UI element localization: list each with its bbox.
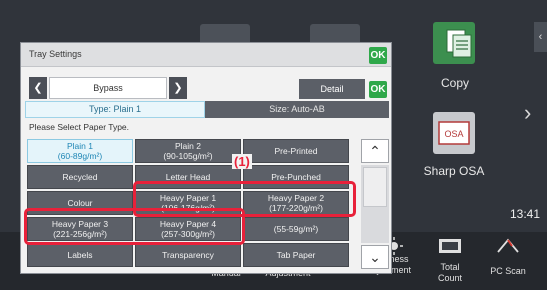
- detail-ok-button[interactable]: OK: [369, 81, 387, 98]
- chevron-left-icon: ❮: [33, 82, 43, 94]
- bottom-item-total-count[interactable]: Total Count: [432, 262, 468, 284]
- next-page-icon[interactable]: ›: [524, 100, 531, 126]
- callout-label: (1): [232, 154, 252, 169]
- tray-selector: ❮ Bypass ❯: [29, 77, 187, 99]
- detail-button[interactable]: Detail: [299, 79, 365, 99]
- sharp-osa-logo-icon: OSA: [438, 121, 470, 145]
- chevron-down-icon: ⌄: [369, 249, 381, 265]
- paper-type-weight: (60-89g/m²): [57, 151, 103, 161]
- bottom-item-pc-scan[interactable]: PC Scan: [486, 266, 530, 277]
- paper-type-scrollbar[interactable]: ⌃ ⌄: [361, 139, 389, 269]
- copy-app-tile: [433, 22, 475, 64]
- tray-next-button[interactable]: ❯: [169, 77, 187, 99]
- scroll-track[interactable]: [361, 165, 389, 243]
- sharp-osa-app-button[interactable]: OSA Sharp OSA: [424, 112, 495, 182]
- paper-type-label: Labels: [67, 250, 93, 260]
- scroll-thumb[interactable]: [363, 167, 387, 207]
- paper-type-label: Tab Paper: [276, 250, 316, 260]
- scroll-down-button[interactable]: ⌄: [361, 245, 389, 269]
- total-count-icon: [439, 239, 461, 253]
- ok-button[interactable]: OK: [369, 47, 387, 64]
- paper-type-button[interactable]: Pre-Printed: [243, 139, 349, 163]
- paper-type-button[interactable]: Transparency: [135, 243, 241, 267]
- paper-type-button[interactable]: Plain 1 (60-89g/m²): [27, 139, 133, 163]
- paper-type-button[interactable]: (55-59g/m²): [243, 217, 349, 241]
- app-label: Sharp OSA: [423, 164, 485, 178]
- copy-document-icon: [446, 29, 472, 58]
- chevron-up-icon: ⌃: [369, 143, 381, 159]
- callout-box-row-2: [24, 208, 245, 245]
- svg-text:OSA: OSA: [444, 129, 463, 139]
- paper-type-button[interactable]: Tab Paper: [243, 243, 349, 267]
- paper-type-label: Pre-Printed: [274, 146, 318, 156]
- instruction-text: Please Select Paper Type.: [29, 122, 130, 132]
- tab-paper-type[interactable]: Type: Plain 1: [25, 101, 205, 118]
- paper-type-button[interactable]: Recycled: [27, 165, 133, 189]
- copy-app-button[interactable]: Copy: [425, 22, 485, 94]
- scroll-left-icon[interactable]: ‹: [534, 22, 547, 52]
- paper-type-label: Recycled: [62, 172, 98, 182]
- dialog-titlebar: Tray Settings OK: [21, 43, 391, 67]
- tray-previous-button[interactable]: ❮: [29, 77, 47, 99]
- tray-name: Bypass: [49, 77, 167, 99]
- paper-type-weight: (55-59g/m²): [273, 224, 319, 234]
- sharp-osa-icon: OSA: [433, 112, 475, 154]
- scroll-up-button[interactable]: ⌃: [361, 139, 389, 163]
- tab-paper-size[interactable]: Size: Auto-AB: [205, 101, 389, 118]
- paper-type-label: Transparency: [162, 250, 214, 260]
- paper-type-label: Colour: [67, 198, 93, 208]
- clock: 13:41: [510, 207, 541, 221]
- pc-scan-icon: [497, 238, 519, 253]
- dialog-title: Tray Settings: [29, 49, 82, 59]
- paper-type-button[interactable]: Plain 2 (90-105g/m²): [135, 139, 241, 163]
- paper-type-weight: (90-105g/m²): [163, 151, 213, 161]
- app-label: Copy: [440, 76, 469, 90]
- paper-type-label: Plain 1: [67, 141, 93, 151]
- chevron-right-icon: ❯: [173, 82, 183, 94]
- paper-type-label: Plain 2: [175, 141, 201, 151]
- paper-type-button[interactable]: Labels: [27, 243, 133, 267]
